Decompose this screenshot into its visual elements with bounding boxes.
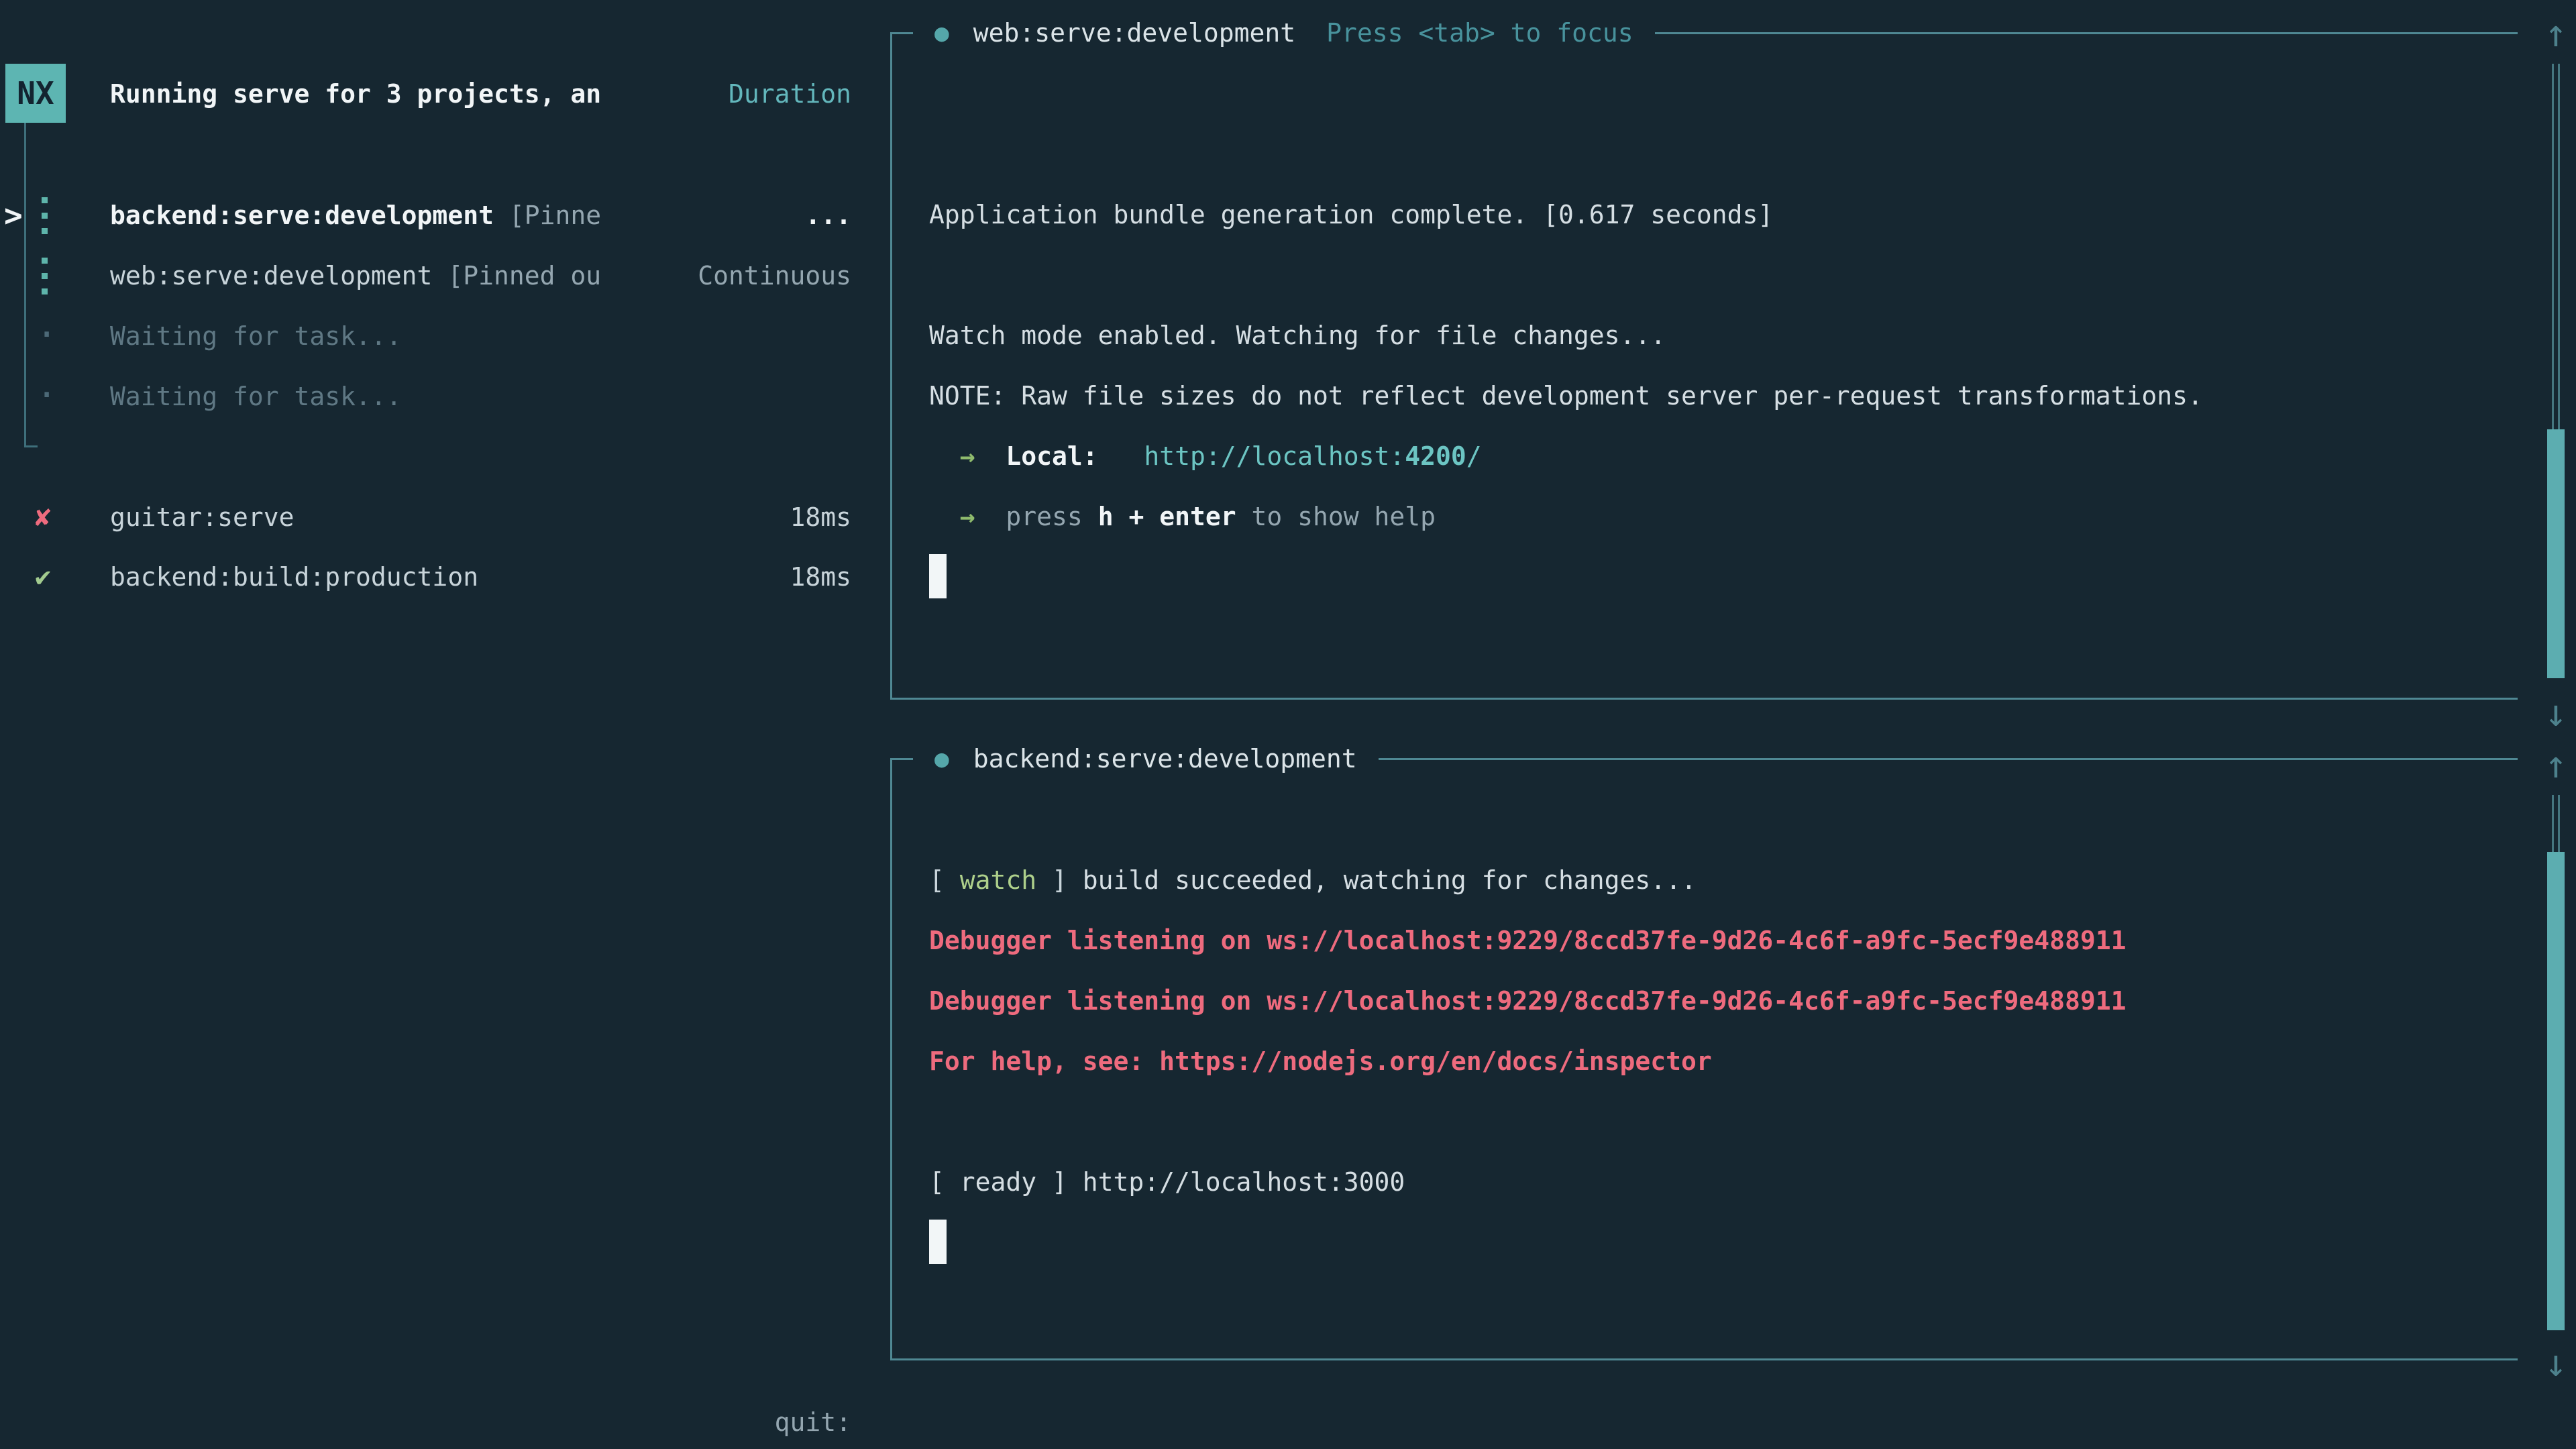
log-line <box>929 245 2498 305</box>
scroll-down-icon[interactable]: ↓ <box>2536 1333 2576 1393</box>
task-row[interactable]: > backend:serve:development [Pinne... <box>0 185 851 246</box>
task-status-value: ... <box>805 185 851 246</box>
scrollbar-track <box>2552 795 2560 852</box>
waiting-dot-icon: · <box>35 366 62 427</box>
scrollbar-track <box>2552 64 2560 429</box>
spinner-icon <box>35 185 62 246</box>
scroll-up-icon[interactable]: ↑ <box>2536 735 2576 795</box>
selected-task-caret-icon: > <box>4 185 23 246</box>
nx-terminal-ui: NX Running serve for 3 projects, an Dura… <box>0 0 2576 1449</box>
log-line: [ watch ] build succeeded, watching for … <box>929 850 2498 910</box>
panel-border <box>890 698 2518 700</box>
run-summary-title: Running serve for 3 projects, an <box>110 64 601 124</box>
log-output: Application bundle generation complete. … <box>929 64 2498 607</box>
terminal-cursor <box>929 554 947 598</box>
scrollbar-thumb[interactable] <box>2547 429 2565 678</box>
error-cross-icon: ✘ <box>35 487 62 547</box>
scrollbar-thumb[interactable] <box>2547 852 2565 1330</box>
panel-border <box>890 1358 2518 1360</box>
task-label: Waiting for task... <box>110 306 402 366</box>
log-line: Application bundle generation complete. … <box>929 184 2498 245</box>
log-line: [ ready ] http://localhost:3000 <box>929 1152 2498 1212</box>
task-row[interactable]: · Waiting for task... <box>0 366 851 427</box>
task-row[interactable]: · Waiting for task... <box>0 306 851 366</box>
key-hints: quit: q help: ? <box>674 1332 851 1449</box>
log-line: → press h + enter to show help <box>929 486 2498 547</box>
scrollbar[interactable] <box>2547 64 2565 698</box>
task-duration: 18ms <box>790 547 851 607</box>
log-line: Watch mode enabled. Watching for file ch… <box>929 305 2498 366</box>
sidebar-header: Running serve for 3 projects, an Duratio… <box>0 64 851 124</box>
log-line <box>929 124 2498 184</box>
log-line <box>929 790 2498 850</box>
panel-border <box>1379 758 2518 760</box>
panel-border <box>890 759 892 1360</box>
log-line: → Local: http://localhost:4200/ <box>929 426 2498 486</box>
duration-column-header: Duration <box>729 64 851 124</box>
pager: ← 1/1 → <box>25 1392 172 1449</box>
log-line: NOTE: Raw file sizes do not reflect deve… <box>929 366 2498 426</box>
panel-header: ● backend:serve:development <box>890 729 2518 789</box>
log-line: For help, see: https://nodejs.org/en/doc… <box>929 1031 2498 1091</box>
task-label: guitar:serve <box>110 487 294 547</box>
panel-title: backend:serve:development <box>973 744 1357 773</box>
task-label: web:serve:development [Pinned ou <box>110 246 601 306</box>
success-check-icon: ✔ <box>35 547 62 607</box>
task-status-value: Continuous <box>698 246 851 306</box>
panel-border <box>890 758 913 760</box>
task-status-dot-icon: ● <box>934 745 949 773</box>
completed-task-row[interactable]: ✘ guitar:serve 18ms <box>0 487 851 547</box>
panel-title: web:serve:development <box>973 18 1295 48</box>
task-label: Waiting for task... <box>110 366 402 427</box>
terminal-cursor <box>929 1220 947 1264</box>
output-panel-web-serve[interactable]: ● web:serve:development Press <tab> to f… <box>890 33 2518 700</box>
log-line <box>929 1212 2498 1273</box>
panel-header: ● web:serve:development Press <tab> to f… <box>890 3 2518 63</box>
nx-logo: NX <box>5 64 66 123</box>
panel-border <box>890 33 892 700</box>
task-status-dot-icon: ● <box>934 19 949 47</box>
completed-task-row[interactable]: ✔ backend:build:production 18ms <box>0 547 851 607</box>
sidebar-footer: ← 1/1 → quit: q help: ? <box>0 1332 851 1392</box>
scrollbar[interactable] <box>2547 795 2565 1358</box>
spinner-icon <box>35 246 62 306</box>
task-duration: 18ms <box>790 487 851 547</box>
panel-border <box>890 32 913 34</box>
panel-focus-hint: Press <tab> to focus <box>1326 18 1633 48</box>
task-label: backend:serve:development [Pinne <box>110 185 601 246</box>
output-panel-backend-serve[interactable]: ● backend:serve:development [ watch ] bu… <box>890 759 2518 1360</box>
log-line: Debugger listening on ws://localhost:922… <box>929 910 2498 971</box>
log-line: Debugger listening on ws://localhost:922… <box>929 971 2498 1031</box>
scroll-up-icon[interactable]: ↑ <box>2536 3 2576 64</box>
log-output: [ watch ] build succeeded, watching for … <box>929 790 2498 1273</box>
log-line <box>929 1091 2498 1152</box>
panel-border <box>1655 32 2518 34</box>
task-row[interactable]: web:serve:development [Pinned ou Continuo… <box>0 246 851 306</box>
task-label: backend:build:production <box>110 547 478 607</box>
log-line <box>929 547 2498 607</box>
quit-hint-label: quit: <box>775 1407 851 1437</box>
waiting-dot-icon: · <box>35 306 62 366</box>
log-line <box>929 64 2498 124</box>
